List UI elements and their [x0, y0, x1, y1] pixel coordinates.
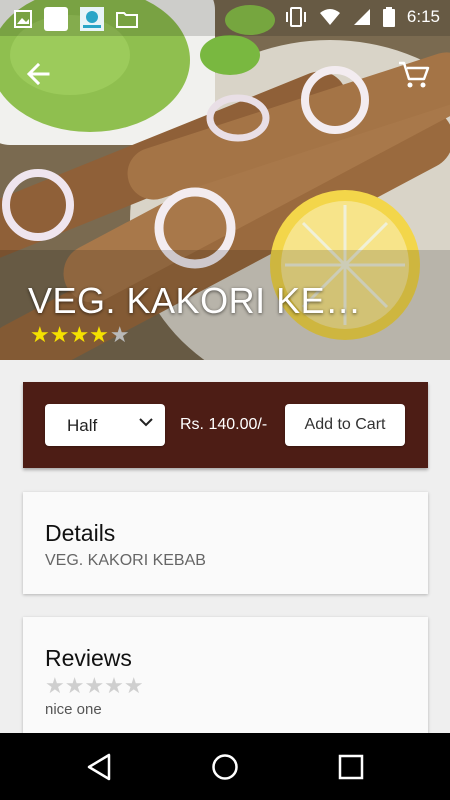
product-title: VEG. KAKORI KE…: [28, 280, 362, 321]
add-to-cart-button[interactable]: Add to Cart: [285, 404, 405, 446]
vibrate-icon: [285, 7, 306, 27]
back-button[interactable]: [22, 58, 58, 90]
product-rating: ★★★★ ★: [30, 322, 130, 348]
system-nav-bar: [0, 733, 450, 800]
sbi-icon: [80, 7, 104, 31]
reviews-heading: Reviews: [45, 645, 132, 671]
back-nav-icon[interactable]: [85, 752, 115, 782]
portion-select[interactable]: Half: [45, 404, 165, 446]
folder-icon: [116, 12, 138, 28]
clock: 6:15: [406, 7, 440, 26]
product-hero-image: 6:15 VEG. KAKORI KE… ★★★★ ★: [0, 0, 450, 360]
star-empty-icon: ★: [109, 322, 130, 347]
home-nav-icon[interactable]: [210, 752, 240, 782]
portion-value: Half: [67, 416, 98, 435]
chevron-down-icon: [139, 418, 153, 427]
details-card: Details VEG. KAKORI KEBAB: [23, 492, 428, 594]
details-heading: Details: [45, 520, 116, 546]
recents-nav-icon[interactable]: [336, 752, 366, 782]
battery-icon: [382, 7, 395, 27]
signal-icon: [353, 9, 370, 25]
cart-button[interactable]: [396, 58, 432, 90]
cart-icon: [399, 61, 430, 88]
review-stars: ★★★★★: [45, 673, 144, 698]
details-description: VEG. KAKORI KEBAB: [45, 552, 206, 569]
image-icon: [14, 10, 32, 28]
status-bar: 6:15: [0, 0, 450, 36]
price-label: Rs. 140.00/-: [180, 416, 268, 433]
star-filled-icon: ★★★★: [30, 322, 109, 347]
app-icon: [44, 7, 68, 31]
order-bar: Half Rs. 140.00/- Add to Cart: [23, 382, 428, 468]
reviews-card: Reviews ★★★★★ nice one: [23, 617, 428, 737]
wifi-icon: [319, 9, 340, 25]
review-comment: nice one: [45, 701, 102, 718]
arrow-back-icon: [26, 62, 50, 86]
